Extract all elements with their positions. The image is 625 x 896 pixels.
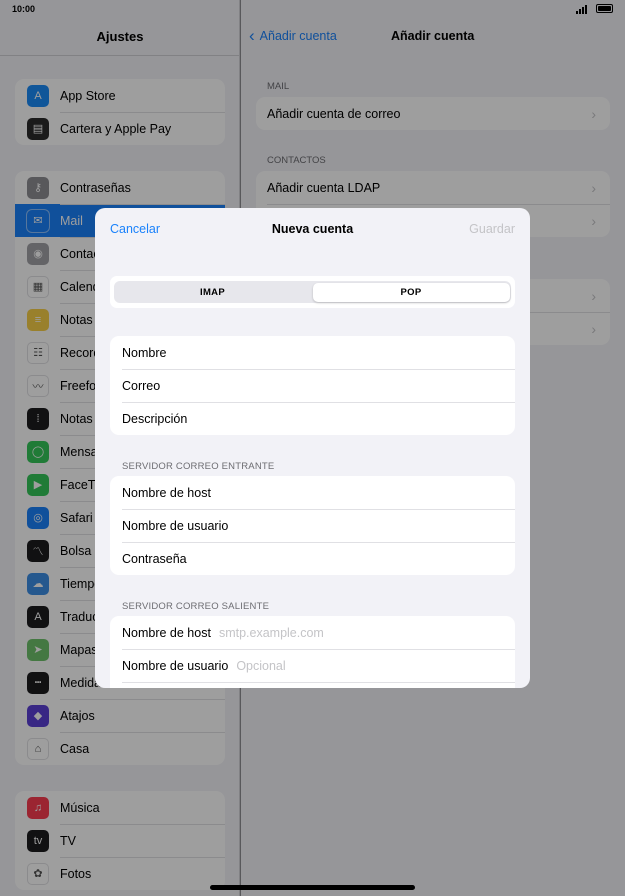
incoming-server-group: Nombre de host Nombre de usuario Contras…: [110, 476, 515, 575]
field-label: Nombre de usuario: [122, 658, 229, 673]
segmented-control: IMAP POP: [114, 281, 511, 303]
field-placeholder: Opcional: [236, 658, 286, 673]
incoming-username-field[interactable]: Nombre de usuario: [110, 509, 515, 542]
incoming-server-header: SERVIDOR CORREO ENTRANTE: [122, 461, 275, 472]
account-type-control: IMAP POP: [110, 276, 515, 308]
name-field[interactable]: Nombre: [110, 336, 515, 369]
field-label: Nombre: [122, 345, 167, 360]
email-field[interactable]: Correo: [110, 369, 515, 402]
account-info-group: Nombre Correo Descripción: [110, 336, 515, 435]
incoming-hostname-field[interactable]: Nombre de host: [110, 476, 515, 509]
incoming-password-field[interactable]: Contraseña: [110, 542, 515, 575]
field-placeholder: smtp.example.com: [218, 625, 324, 640]
field-label: Contraseña: [122, 551, 187, 566]
field-label: Nombre de host: [122, 625, 211, 640]
field-label: Nombre de usuario: [122, 518, 229, 533]
field-label: Nombre de host: [122, 485, 211, 500]
outgoing-username-field[interactable]: Nombre de usuario Opcional: [110, 649, 515, 682]
outgoing-hostname-field[interactable]: Nombre de host smtp.example.com: [110, 616, 515, 649]
home-indicator[interactable]: [210, 885, 415, 890]
new-account-sheet: Nueva cuenta Cancelar Guardar IMAP POP N…: [95, 208, 530, 688]
save-button[interactable]: Guardar: [469, 222, 515, 236]
outgoing-password-field[interactable]: [110, 682, 515, 688]
field-label: Correo: [122, 378, 161, 393]
description-field[interactable]: Descripción: [110, 402, 515, 435]
outgoing-server-header: SERVIDOR CORREO SALIENTE: [122, 601, 270, 612]
sheet-title: Nueva cuenta: [271, 222, 354, 236]
segment-imap[interactable]: IMAP: [114, 281, 311, 303]
field-label: Descripción: [122, 411, 188, 426]
cancel-button[interactable]: Cancelar: [110, 222, 160, 236]
outgoing-server-group: Nombre de host smtp.example.com Nombre d…: [110, 616, 515, 688]
segment-pop[interactable]: POP: [312, 282, 510, 302]
